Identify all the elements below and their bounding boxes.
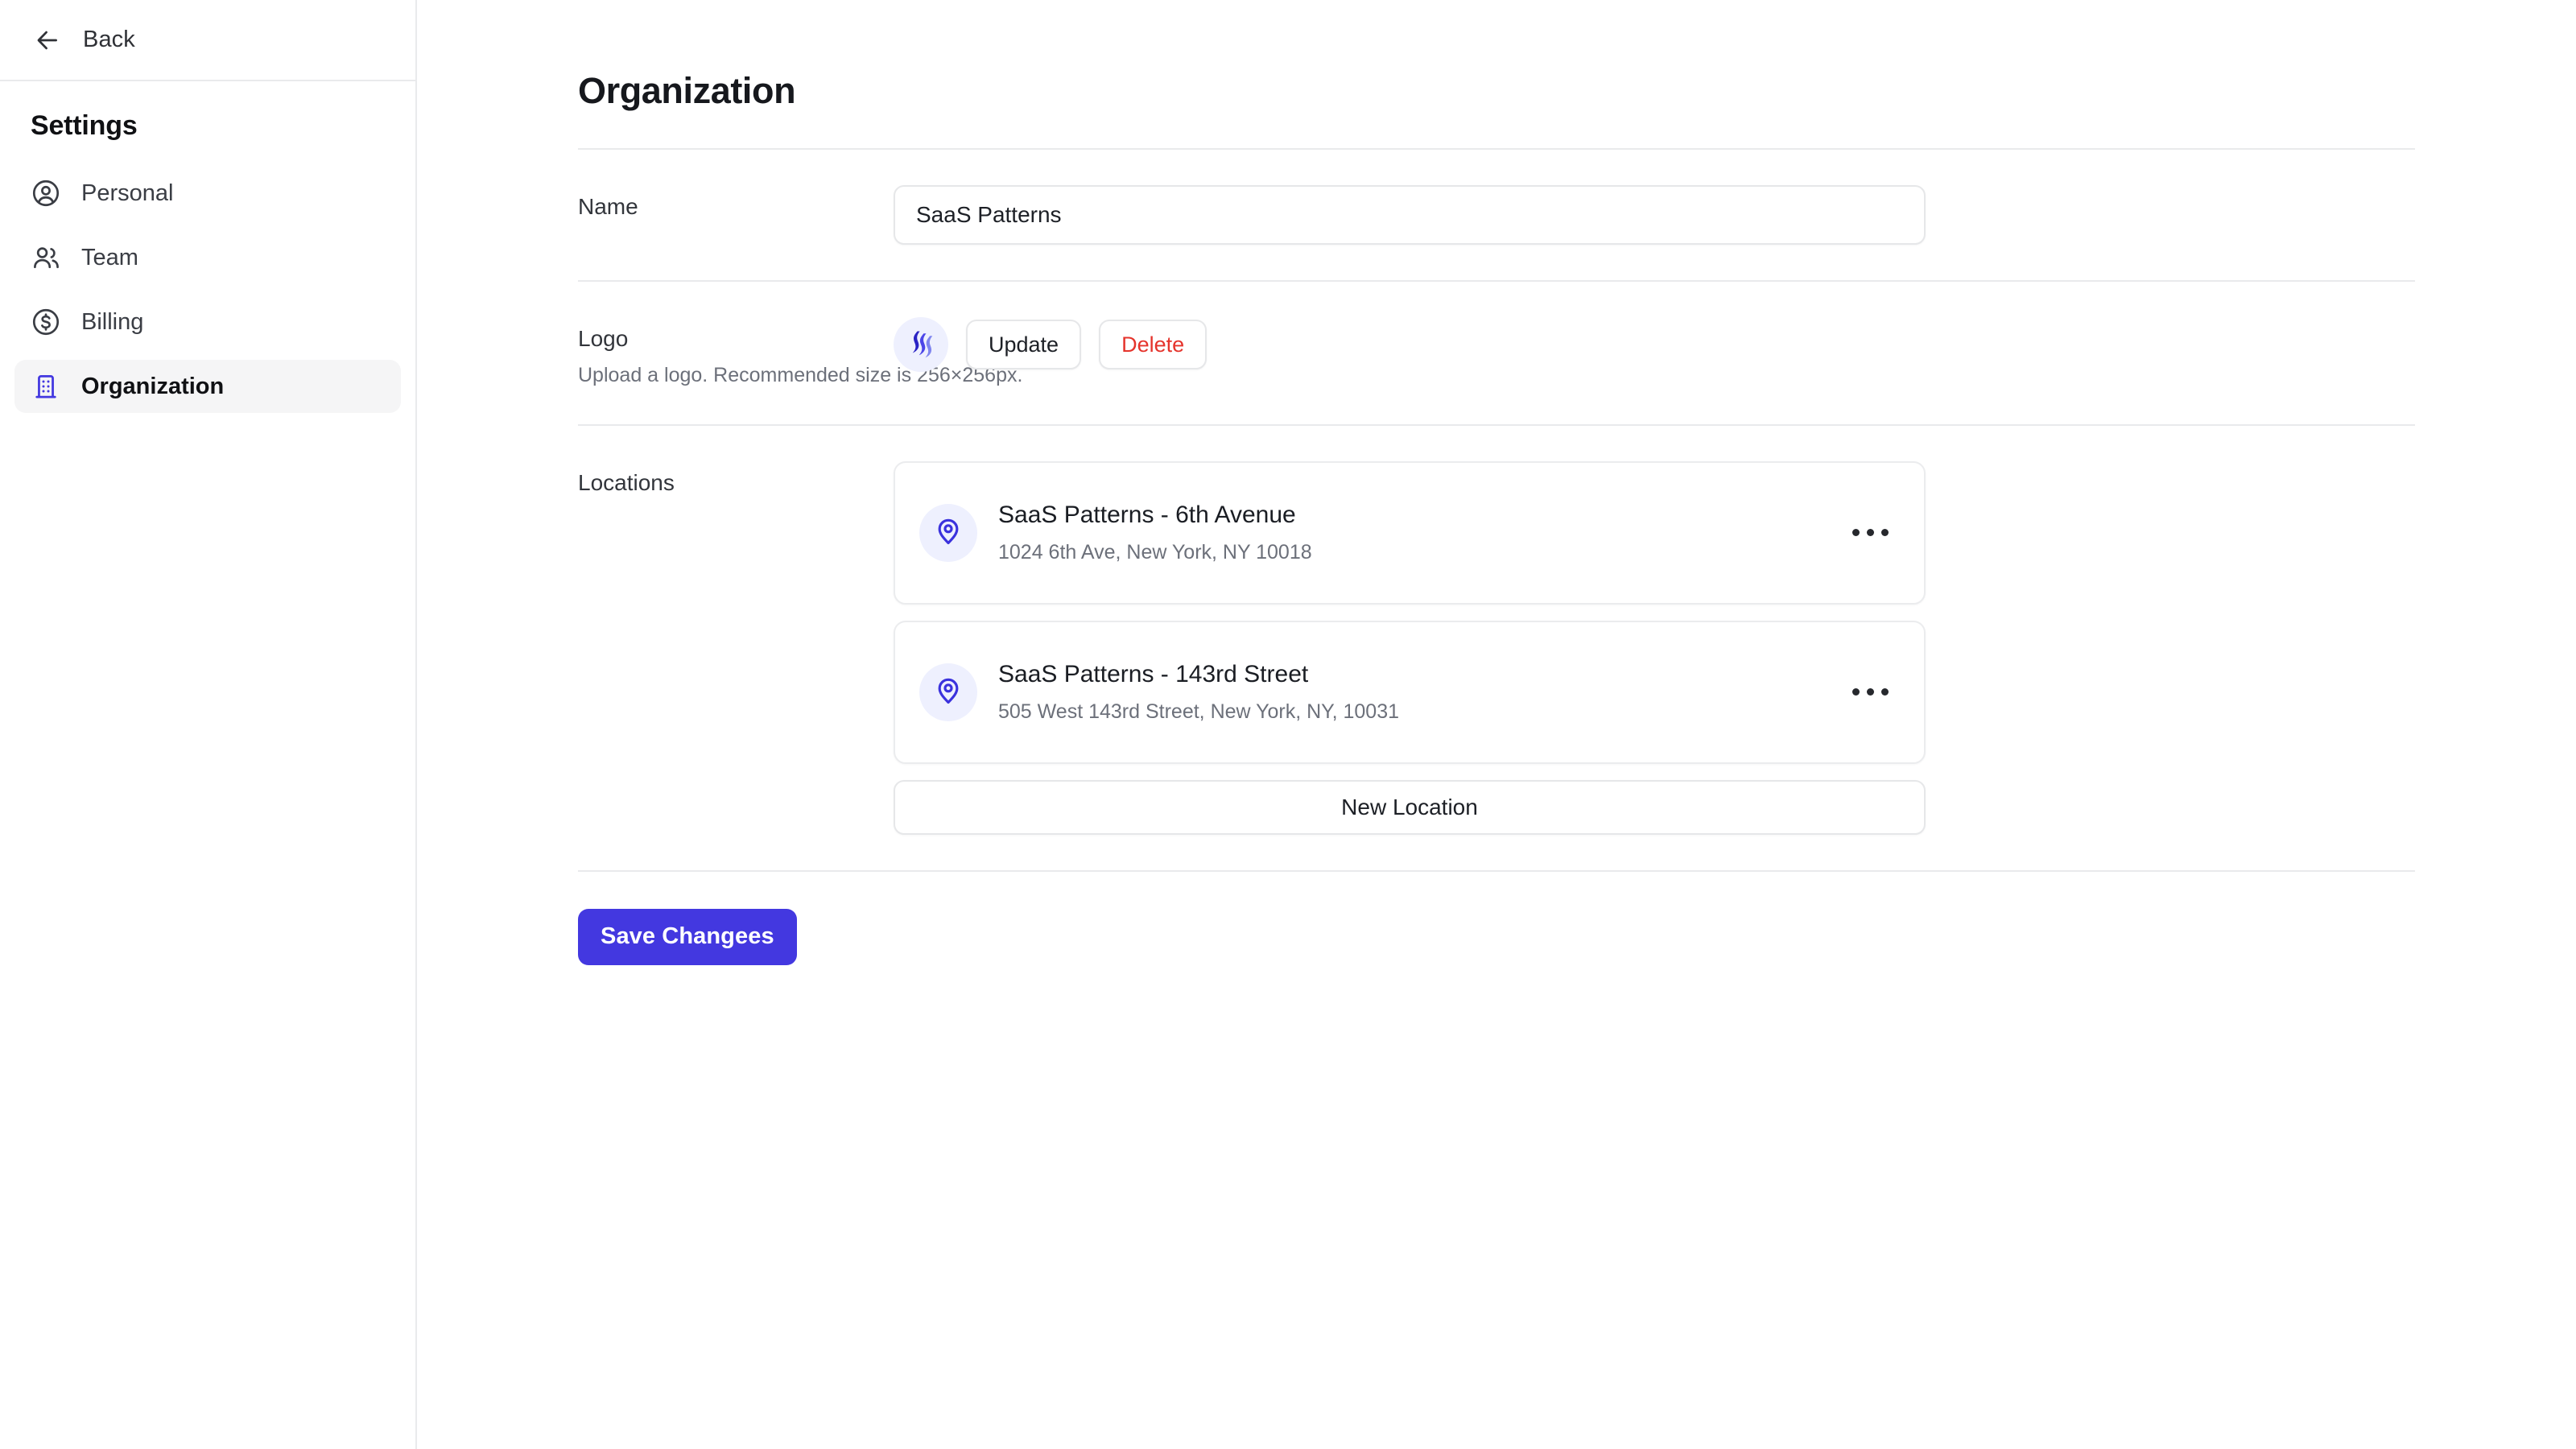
sidebar-section-title: Settings <box>31 110 138 141</box>
logo-control-col: Update Delete <box>894 317 2576 372</box>
location-address: 1024 6th Ave, New York, NY 10018 <box>998 541 1312 564</box>
sidebar-item-label: Billing <box>81 308 144 335</box>
map-pin-icon <box>932 674 964 710</box>
dollar-circle-icon <box>31 307 61 337</box>
save-changes-button[interactable]: Save Changees <box>578 908 797 965</box>
logo-label-col: Logo Upload a logo. Recommended size is … <box>578 317 1023 389</box>
sidebar-header: Back <box>0 0 415 81</box>
location-name: SaaS Patterns - 6th Avenue <box>998 502 1296 528</box>
sidebar-item-billing[interactable]: Billing <box>14 295 401 349</box>
users-icon <box>31 242 61 273</box>
sidebar-item-team[interactable]: Team <box>14 231 401 284</box>
name-row: Name Organization name <box>578 150 2576 280</box>
ellipsis-icon <box>1852 529 1889 536</box>
sidebar-body: Settings Personal Team Billing Organizat… <box>0 81 415 413</box>
organization-logo-avatar <box>894 317 948 372</box>
sidebar-item-label: Organization <box>81 373 225 399</box>
arrow-left-icon <box>34 27 61 54</box>
sidebar-item-label: Team <box>81 244 138 270</box>
logo-delete-button[interactable]: Delete <box>1099 320 1208 369</box>
location-card[interactable]: SaaS Patterns - 6th Avenue 1024 6th Ave,… <box>894 460 1926 605</box>
map-pin-icon <box>932 514 964 551</box>
logo-update-button[interactable]: Update <box>966 320 1082 369</box>
name-label-col: Name <box>578 185 894 221</box>
location-menu-button[interactable] <box>1843 512 1897 554</box>
sidebar-nav: Personal Team Billing Organization <box>0 167 415 413</box>
saas-patterns-logo-icon <box>903 325 939 365</box>
locations-list: SaaS Patterns - 6th Avenue 1024 6th Ave,… <box>894 460 1926 764</box>
back-button-label: Back <box>83 27 135 52</box>
logo-row: Logo Upload a logo. Recommended size is … <box>578 282 2576 424</box>
page-title: Organization <box>578 70 796 111</box>
sidebar-item-organization[interactable]: Organization <box>14 360 401 413</box>
sidebar: Back Settings Personal Team Billing Orga… <box>0 0 417 1449</box>
ellipsis-icon <box>1852 688 1889 696</box>
form-footer: Save Changees <box>578 872 2576 965</box>
locations-row: Locations SaaS Patterns - 6th Avenue 102… <box>578 426 2576 870</box>
name-control-col: Organization name <box>894 185 2576 245</box>
back-button[interactable]: Back <box>31 22 138 59</box>
location-card[interactable]: SaaS Patterns - 143rd Street 505 West 14… <box>894 620 1926 764</box>
location-texts: SaaS Patterns - 143rd Street 505 West 14… <box>998 660 1823 724</box>
organization-name-input[interactable] <box>894 185 1926 245</box>
location-address: 505 West 143rd Street, New York, NY, 100… <box>998 700 1399 723</box>
user-circle-icon <box>31 178 61 208</box>
location-texts: SaaS Patterns - 6th Avenue 1024 6th Ave,… <box>998 501 1823 564</box>
sidebar-item-label: Personal <box>81 180 174 206</box>
location-avatar <box>919 663 977 721</box>
settings-app: Back Settings Personal Team Billing Orga… <box>0 0 2576 1449</box>
logo-controls: Update Delete <box>894 317 2576 372</box>
sidebar-item-personal[interactable]: Personal <box>14 167 401 220</box>
location-name: SaaS Patterns - 143rd Street <box>998 661 1309 687</box>
new-location-button[interactable]: New Location <box>894 779 1926 835</box>
locations-control-col: SaaS Patterns - 6th Avenue 1024 6th Ave,… <box>894 460 2576 835</box>
locations-label-col: Locations <box>578 461 894 497</box>
name-label: Name <box>578 194 638 219</box>
main-content: Organization Name Organization name Logo… <box>417 0 2576 1449</box>
location-menu-button[interactable] <box>1843 671 1897 713</box>
building-icon <box>31 371 61 402</box>
location-avatar <box>919 503 977 562</box>
locations-label: Locations <box>578 469 675 495</box>
logo-description: Upload a logo. Recommended size is 256×2… <box>578 364 1023 386</box>
logo-label: Logo <box>578 326 629 351</box>
